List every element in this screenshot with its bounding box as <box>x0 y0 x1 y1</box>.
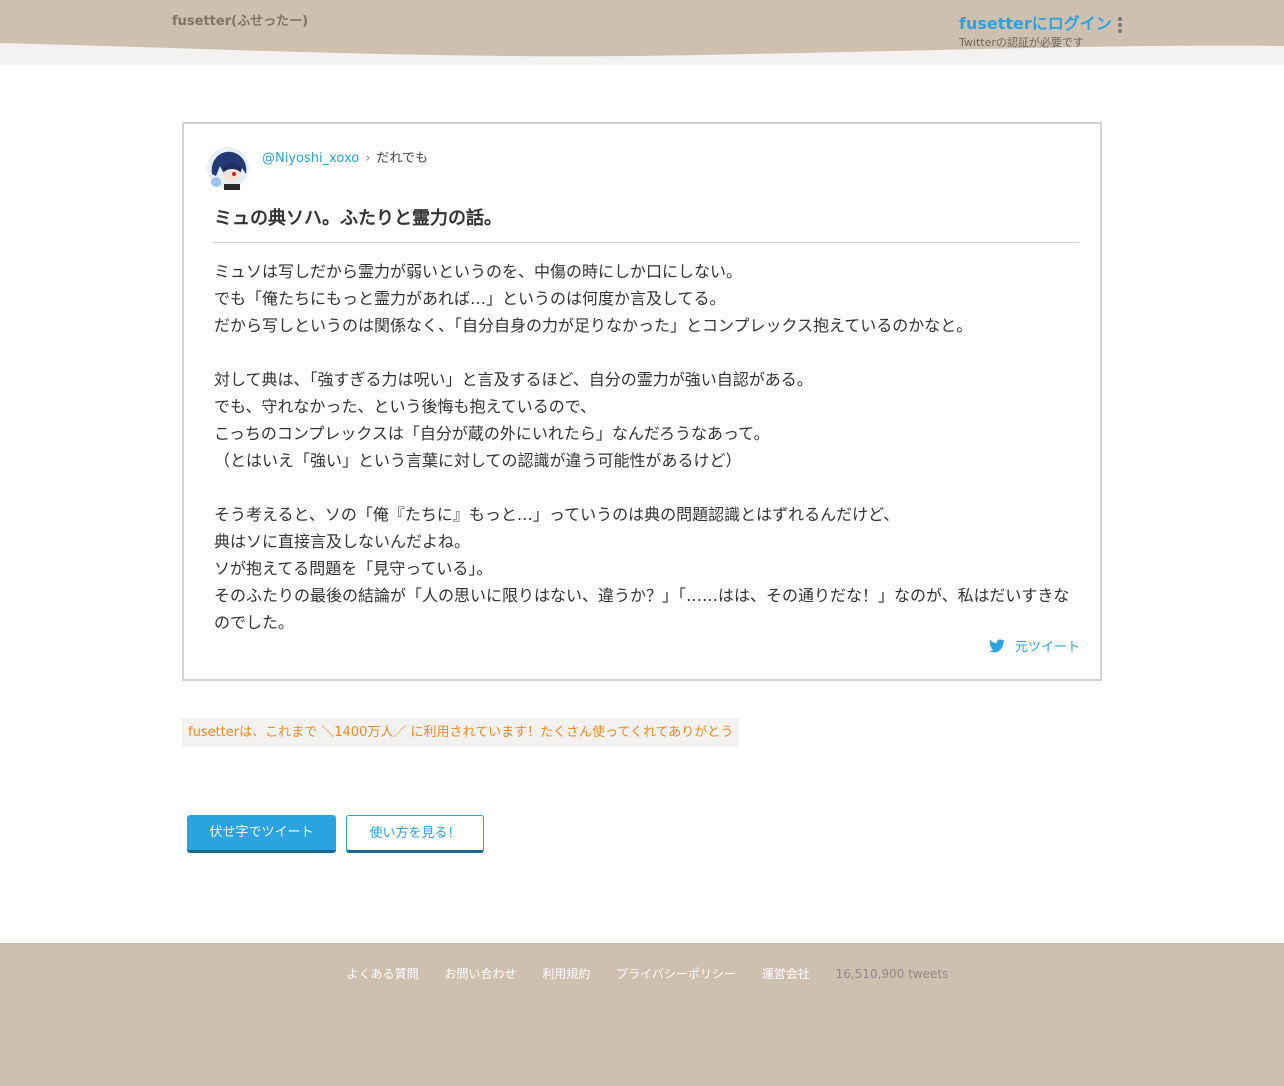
post-body: ミュソは写しだから霊力が弱いというのを、中傷の時にしか口にしない。 でも「俺たち… <box>214 258 1074 636</box>
login-note: Twitterの認証が必要です <box>959 36 1084 49</box>
body-line: だから写しというのは関係なく、「自分自身の力が足りなかった」とコンプレックス抱え… <box>214 316 973 335</box>
body-line: 対して典は、「強すぎる力は呪い」と言及するほど、自分の霊力が強い自認がある。 <box>214 370 813 389</box>
body-line: 典はソに直接言及しないんだよね。 <box>214 532 471 551</box>
body-line: そのふたりの最後の結論が「人の思いに限りはない、違うか？」「……はは、その通りだ… <box>214 586 1070 632</box>
body-line: そう考えると、ソの「俺『たちに』もっと…」っていうのは典の問題認識とはずれるんだ… <box>214 505 900 524</box>
how-to-use-button[interactable]: 使い方を見る！ <box>346 815 484 853</box>
body-blank-line <box>214 474 1074 501</box>
meta-separator: › <box>365 151 371 166</box>
audience-label: だれでも <box>376 151 429 166</box>
post-meta: @Niyoshi_xoxo › だれでも <box>262 147 428 166</box>
body-line: でも「俺たちにもっと霊力があれば…」というのは何度か言及してる。 <box>214 289 726 308</box>
footer-link-privacy[interactable]: プライバシーポリシー <box>616 967 736 981</box>
post-title: ミュの典ソハ。ふたりと霊力の話。 <box>214 208 502 229</box>
more-vertical-icon[interactable] <box>1114 17 1126 35</box>
site-footer: よくある質問 お問い合わせ 利用規約 プライバシーポリシー 運営会社 16,51… <box>0 943 1284 1086</box>
footer-link-company[interactable]: 運営会社 <box>762 967 810 981</box>
tweet-with-fuseji-button[interactable]: 伏せ字でツイート <box>187 815 336 853</box>
footer-link-faq[interactable]: よくある質問 <box>347 967 419 981</box>
site-brand[interactable]: fusetter(ふせったー) <box>172 10 308 29</box>
footer-links: よくある質問 お問い合わせ 利用規約 プライバシーポリシー 運営会社 16,51… <box>0 965 1284 982</box>
body-line: （とはいえ「強い」という言葉に対しての認識が違う可能性があるけど） <box>214 451 742 470</box>
username-link[interactable]: @Niyoshi_xoxo <box>262 151 359 166</box>
post-card: @Niyoshi_xoxo › だれでも ミュの典ソハ。ふたりと霊力の話。 ミュソは… <box>182 122 1102 681</box>
usage-notice: fusetterは、これまで ＼1400万人／ に利用されています！たくさん使っ… <box>182 718 740 747</box>
avatar[interactable] <box>206 146 250 190</box>
body-line: でも、守れなかった、という後悔も抱えているので、 <box>214 397 597 416</box>
footer-link-terms[interactable]: 利用規約 <box>542 967 590 981</box>
site-header: fusetter(ふせったー) fusetterにログイン Twitterの認証… <box>0 0 1284 65</box>
twitter-bird-icon <box>988 638 1005 652</box>
login-link[interactable]: fusetterにログイン <box>959 10 1112 34</box>
footer-link-contact[interactable]: お問い合わせ <box>444 967 516 981</box>
original-tweet-label: 元ツイート <box>1014 640 1080 655</box>
body-line: こっちのコンプレックスは「自分が蔵の外にいれたら」なんだろうなあって。 <box>214 424 770 443</box>
original-tweet-link[interactable]: 元ツイート <box>988 636 1080 655</box>
title-divider <box>213 242 1079 243</box>
body-line: ソが抱えてる問題を「見守っている」。 <box>214 559 493 578</box>
tweet-count: 16,510,900 tweets <box>835 967 949 981</box>
body-line: ミュソは写しだから霊力が弱いというのを、中傷の時にしか口にしない。 <box>214 262 743 281</box>
body-blank-line <box>214 339 1074 366</box>
